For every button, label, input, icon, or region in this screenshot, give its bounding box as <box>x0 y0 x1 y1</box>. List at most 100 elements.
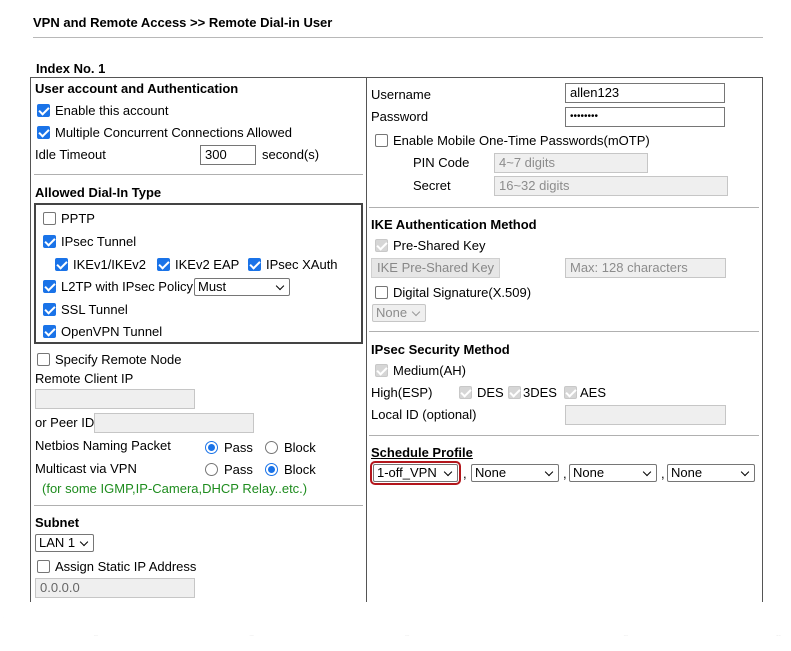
ssl-tunnel-option[interactable]: SSL Tunnel <box>43 302 128 318</box>
multicast-note: (for some IGMP,IP-Camera,DHCP Relay..etc… <box>42 481 308 496</box>
3des-label: 3DES <box>523 385 557 400</box>
username-input[interactable]: allen123 <box>565 83 725 103</box>
medium-ah-option[interactable]: Medium(AH) <box>375 363 466 379</box>
enable-account-checkbox[interactable] <box>37 104 50 117</box>
schedule-select-3[interactable]: None <box>569 464 657 482</box>
secret-input[interactable]: 16~32 digits <box>494 176 728 196</box>
multiple-connections-checkbox[interactable] <box>37 126 50 139</box>
enable-account-option[interactable]: Enable this account <box>37 103 168 119</box>
ikev1-option[interactable]: IKEv1/IKEv2 <box>55 257 146 273</box>
assign-static-label: Assign Static IP Address <box>55 559 197 574</box>
motp-label: Enable Mobile One-Time Passwords(mOTP) <box>393 133 650 148</box>
password-input[interactable]: •••••••• <box>565 107 725 127</box>
psk-checkbox[interactable] <box>375 239 388 252</box>
auth-section-title: User account and Authentication <box>35 81 239 96</box>
peer-id-input[interactable] <box>94 413 254 433</box>
ipsec-xauth-label: IPsec XAuth <box>266 257 338 272</box>
username-label: Username <box>371 87 431 102</box>
column-divider <box>366 77 367 602</box>
subnet-select[interactable]: LAN 1 <box>35 534 94 552</box>
aes-option[interactable]: AES <box>564 385 606 401</box>
assign-static-checkbox[interactable] <box>37 560 50 573</box>
motp-checkbox[interactable] <box>375 134 388 147</box>
3des-option[interactable]: 3DES <box>508 385 557 401</box>
multicast-block-radio[interactable] <box>265 463 278 476</box>
schedule-select-1[interactable]: 1-off_VPN <box>370 461 461 485</box>
l2tp-policy-select[interactable]: Must <box>194 278 290 296</box>
pptp-checkbox[interactable] <box>43 212 56 225</box>
psk-input[interactable]: Max: 128 characters <box>565 258 726 278</box>
local-id-input[interactable] <box>565 405 726 425</box>
l2tp-checkbox[interactable] <box>43 280 56 293</box>
netbios-pass-radio[interactable] <box>205 441 218 454</box>
des-option[interactable]: DES <box>459 385 504 401</box>
ikev2-eap-checkbox[interactable] <box>157 258 170 271</box>
netbios-block-radio[interactable] <box>265 441 278 454</box>
netbios-block-option[interactable]: Block <box>265 440 316 456</box>
multicast-pass-radio[interactable] <box>205 463 218 476</box>
medium-ah-checkbox[interactable] <box>375 364 388 377</box>
schedule-select-2[interactable]: None <box>471 464 559 482</box>
multicast-block-option[interactable]: Block <box>265 462 316 478</box>
multiple-connections-option[interactable]: Multiple Concurrent Connections Allowed <box>37 125 292 141</box>
ipsec-tunnel-checkbox[interactable] <box>43 235 56 248</box>
digital-signature-option[interactable]: Digital Signature(X.509) <box>375 285 531 301</box>
dialin-section-title: Allowed Dial-In Type <box>35 185 162 200</box>
schedule-separator: , <box>463 466 467 481</box>
netbios-pass-option[interactable]: Pass <box>205 440 253 456</box>
specify-remote-option[interactable]: Specify Remote Node <box>37 352 181 368</box>
assign-static-option[interactable]: Assign Static IP Address <box>37 559 196 575</box>
aes-label: AES <box>580 385 607 400</box>
ike-section-title: IKE Authentication Method <box>371 217 537 232</box>
ikev2-eap-option[interactable]: IKEv2 EAP <box>157 257 239 273</box>
section-divider <box>369 331 759 332</box>
section-divider <box>34 505 363 506</box>
ipsec-xauth-checkbox[interactable] <box>248 258 261 271</box>
3des-checkbox[interactable] <box>508 386 521 399</box>
subnet-section-title: Subnet <box>35 515 80 530</box>
pin-code-input[interactable]: 4~7 digits <box>494 153 648 173</box>
des-checkbox[interactable] <box>459 386 472 399</box>
digital-signature-label: Digital Signature(X.509) <box>393 285 532 300</box>
ikev1-checkbox[interactable] <box>55 258 68 271</box>
ssl-tunnel-checkbox[interactable] <box>43 303 56 316</box>
multicast-label: Multicast via VPN <box>35 461 137 476</box>
specify-remote-checkbox[interactable] <box>37 353 50 366</box>
motp-option[interactable]: Enable Mobile One-Time Passwords(mOTP) <box>375 133 650 149</box>
remote-client-ip-label: Remote Client IP <box>35 371 134 386</box>
psk-option[interactable]: Pre-Shared Key <box>375 238 486 254</box>
openvpn-option[interactable]: OpenVPN Tunnel <box>43 324 162 340</box>
ssl-tunnel-label: SSL Tunnel <box>61 302 128 317</box>
netbios-label: Netbios Naming Packet <box>35 438 171 453</box>
digital-signature-checkbox[interactable] <box>375 286 388 299</box>
aes-checkbox[interactable] <box>564 386 577 399</box>
netbios-block-label: Block <box>284 440 316 455</box>
pptp-option[interactable]: PPTP <box>43 211 95 227</box>
certificate-select[interactable]: None <box>372 304 426 322</box>
static-ip-input[interactable]: 0.0.0.0 <box>35 578 195 598</box>
title-divider <box>33 37 763 38</box>
idle-timeout-unit: second(s) <box>262 147 320 162</box>
multicast-pass-option[interactable]: Pass <box>205 462 253 478</box>
schedule-separator: , <box>661 466 665 481</box>
ikev1-label: IKEv1/IKEv2 <box>73 257 146 272</box>
ike-psk-button[interactable]: IKE Pre-Shared Key <box>371 258 501 278</box>
high-esp-label: High(ESP) <box>371 385 433 400</box>
ikev2-eap-label: IKEv2 EAP <box>175 257 240 272</box>
ipsec-xauth-option[interactable]: IPsec XAuth <box>248 257 338 273</box>
ipsec-tunnel-label: IPsec Tunnel <box>61 234 137 249</box>
schedule-select-4[interactable]: None <box>667 464 755 482</box>
openvpn-label: OpenVPN Tunnel <box>61 324 163 339</box>
section-divider <box>369 207 759 208</box>
schedule-section-title: Schedule Profile <box>371 445 473 460</box>
des-label: DES <box>477 385 504 400</box>
remote-client-ip-input[interactable] <box>35 389 195 409</box>
l2tp-option[interactable]: L2TP with IPsec Policy <box>43 279 193 295</box>
openvpn-checkbox[interactable] <box>43 325 56 338</box>
secret-label: Secret <box>413 178 451 193</box>
ipsec-tunnel-option[interactable]: IPsec Tunnel <box>43 234 136 250</box>
idle-timeout-input[interactable]: 300 <box>200 145 256 165</box>
local-id-label: Local ID (optional) <box>371 407 477 422</box>
netbios-pass-label: Pass <box>224 440 253 455</box>
pptp-label: PPTP <box>61 211 95 226</box>
